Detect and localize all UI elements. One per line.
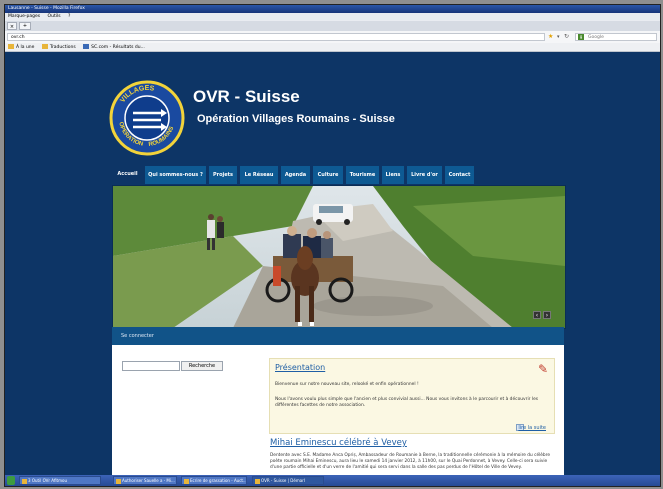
close-tab-icon[interactable]: ×: [7, 22, 17, 30]
folder-icon: [41, 44, 48, 49]
taskbar-item[interactable]: Ecrire de grassation - Auct...: [181, 476, 247, 485]
article-title[interactable]: Mihai Eminescu célébré à Vevey: [270, 438, 407, 448]
presentation-text-1: Bienvenue sur notre nouveau site, relook…: [275, 382, 419, 387]
nav-item-tourisme[interactable]: Tourisme: [346, 166, 379, 184]
start-button[interactable]: [7, 476, 15, 485]
menu-tools[interactable]: Outils: [48, 14, 61, 19]
taskbar: 3 Outil OVr Afitmou Authoriser Sauelle a…: [5, 475, 660, 486]
nav-item-livre-dor[interactable]: Livre d'or: [407, 166, 442, 184]
bookmark-item[interactable]: À la une: [8, 44, 34, 50]
slide-photo: [113, 186, 565, 328]
tab-strip: × +: [5, 21, 660, 31]
taskbar-item[interactable]: Authoriser Sauelle a - Mi...: [113, 476, 177, 485]
new-tab-button[interactable]: +: [19, 22, 31, 30]
login-bar: Se connecter: [112, 327, 564, 345]
presentation-text-2: Nous l'avons voulu plus simple que l'anc…: [275, 397, 539, 408]
presentation-title[interactable]: Présentation: [275, 363, 325, 372]
login-link[interactable]: Se connecter: [121, 333, 154, 339]
nav-item-accueil[interactable]: Accueil: [113, 164, 142, 184]
browser-window: Lausanne - Suisse - Mozilla Firefox Marq…: [4, 4, 661, 487]
menu-bookmarks[interactable]: Marque-pages: [8, 14, 40, 19]
site-title: OVR - Suisse: [193, 87, 300, 106]
presentation-box: Présentation ✎ Bienvenue sur notre nouve…: [269, 358, 555, 434]
reload-icon[interactable]: ↻: [564, 33, 569, 41]
bookmark-item[interactable]: SC.com - Résultats du...: [83, 44, 145, 50]
nav-item-projets[interactable]: Projets: [209, 166, 237, 184]
window-title: Lausanne - Suisse - Mozilla Firefox: [5, 5, 660, 13]
nav-item-agenda[interactable]: Agenda: [281, 166, 310, 184]
menu-help[interactable]: ?: [68, 14, 70, 19]
nav-item-qui-sommes-nous[interactable]: Qui sommes-nous ?: [145, 166, 206, 184]
folder-icon: [8, 44, 14, 49]
article-text: Dentente avec S.E. Madame Anca Opriș, Am…: [270, 453, 550, 470]
nav-item-liens[interactable]: Liens: [382, 166, 404, 184]
search-bar[interactable]: g Google: [575, 33, 657, 41]
search-placeholder: Google: [588, 35, 604, 40]
bookmark-star-icon[interactable]: ★: [548, 33, 553, 41]
site-subtitle: Opération Villages Roumains - Suisse: [197, 113, 395, 125]
google-icon: g: [578, 34, 584, 40]
ovr-logo[interactable]: VILLAGES OPERATION ROUMAINS: [109, 80, 185, 156]
search-button[interactable]: Recherche: [181, 361, 223, 371]
bookmarks-toolbar: À la une Traductions SC.com - Résultats …: [5, 43, 660, 52]
page-content: VILLAGES OPERATION ROUMAINS OVR - Suisse…: [5, 53, 660, 475]
menu-bar: Marque-pages Outils ?: [5, 13, 660, 21]
nav-item-le-reseau[interactable]: Le Réseau: [240, 166, 278, 184]
slide-prev-button[interactable]: ‹: [533, 311, 541, 319]
taskbar-item-active[interactable]: OVR - Suisse | Démarl: [252, 476, 324, 485]
site-search-input[interactable]: [122, 361, 180, 371]
url-bar[interactable]: ovr.ch: [7, 33, 545, 41]
slide-next-button[interactable]: ›: [543, 311, 551, 319]
read-more-link[interactable]: lire la suite: [518, 425, 546, 431]
rss-icon: [83, 44, 90, 49]
nav-item-culture[interactable]: Culture: [313, 166, 343, 184]
slideshow[interactable]: [112, 185, 566, 329]
bookmark-item[interactable]: Traductions: [41, 44, 76, 50]
speaker-icon: ✎: [537, 362, 548, 376]
main-nav: Accueil Qui sommes-nous ? Projets Le Rés…: [113, 164, 563, 185]
dropdown-icon[interactable]: ▾: [557, 33, 560, 41]
main-panel: Recherche Présentation ✎ Bienvenue sur n…: [112, 345, 564, 475]
nav-item-contact[interactable]: Contact: [445, 166, 474, 184]
taskbar-item[interactable]: 3 Outil OVr Afitmou: [19, 476, 101, 485]
